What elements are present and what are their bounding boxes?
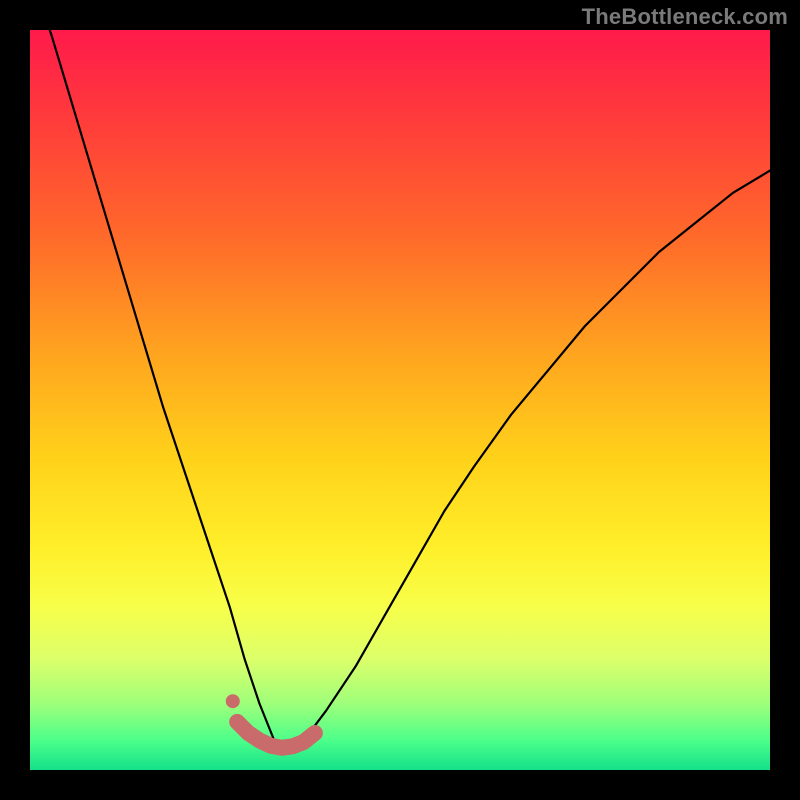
highlight-stroke — [237, 722, 315, 748]
plot-area — [30, 30, 770, 770]
highlight-dot — [226, 694, 240, 708]
watermark-text: TheBottleneck.com — [582, 4, 788, 30]
curve-layer — [30, 30, 770, 770]
bottleneck-curve — [30, 30, 770, 748]
highlight-markers — [226, 694, 315, 748]
chart-frame: TheBottleneck.com — [0, 0, 800, 800]
